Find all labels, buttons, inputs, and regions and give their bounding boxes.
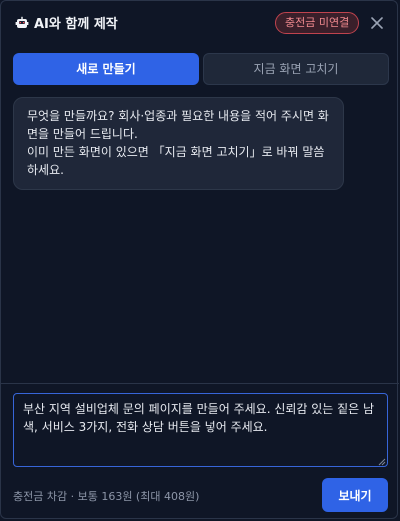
ai-assistant-panel: AI와 함께 제작 충전금 미연결 새로 만들기 지금 화면 고치기 무엇을 만… <box>0 0 399 521</box>
composer: 부산 지역 설비업체 문의 페이지를 만들어 주세요. 신뢰감 있는 짙은 남색… <box>1 383 399 521</box>
send-button[interactable]: 보내기 <box>322 478 388 512</box>
robot-icon <box>15 16 29 28</box>
assistant-message: 무엇을 만들까요? 회사·업종과 필요한 내용을 적어 주시면 화면을 만들어 … <box>13 97 344 190</box>
close-icon[interactable] <box>370 16 384 30</box>
resize-grip-icon[interactable] <box>378 458 386 466</box>
message-line: 이미 만든 화면이 있으면 「지금 화면 고치기」로 바꿔 말씀하세요. <box>27 145 325 177</box>
tab-edit-current[interactable]: 지금 화면 고치기 <box>203 53 389 85</box>
balance-status-badge: 충전금 미연결 <box>275 12 360 34</box>
prompt-input[interactable]: 부산 지역 설비업체 문의 페이지를 만들어 주세요. 신뢰감 있는 짙은 남색… <box>13 393 388 467</box>
mode-tabs: 새로 만들기 지금 화면 고치기 <box>13 53 389 85</box>
message-line: 무엇을 만들까요? 회사·업종과 필요한 내용을 적어 주시면 화면을 만들어 … <box>27 109 329 141</box>
tab-new[interactable]: 새로 만들기 <box>13 53 199 85</box>
cost-estimate: 충전금 차감 · 보통 163원 (최대 408원) <box>13 490 200 503</box>
panel-header: AI와 함께 제작 충전금 미연결 <box>1 1 399 45</box>
panel-title: AI와 함께 제작 <box>34 17 118 32</box>
